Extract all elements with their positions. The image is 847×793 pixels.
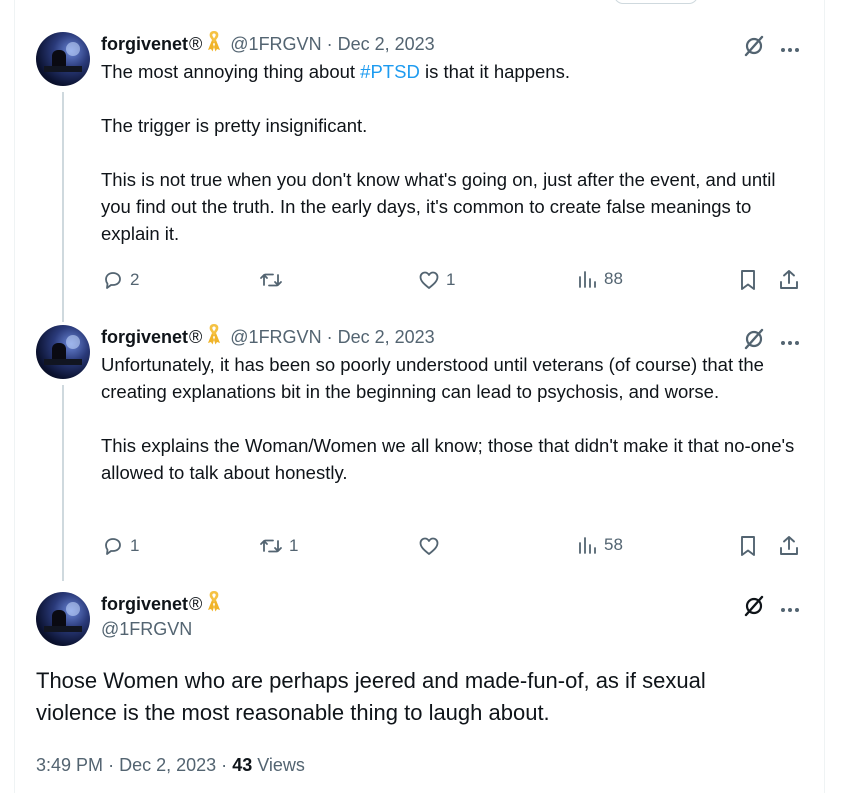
text-segment: The most annoying thing about (101, 61, 361, 82)
paragraph: This explains the Woman/Women we all kno… (101, 435, 795, 483)
ribbon-icon (206, 590, 222, 618)
tweet-header: forgivenet ® @1FRGVN · Dec 2, 2023 (101, 30, 806, 58)
thread-line (62, 92, 64, 322)
share-icon (780, 270, 798, 289)
text-segment: is that it happens. (419, 61, 570, 82)
retweet-icon (260, 273, 282, 287)
tweet-3-focused: forgivenet ® @1FRGVN Those Women who are … (36, 590, 806, 782)
retweet-count: 1 (289, 536, 299, 555)
separator: · (221, 755, 228, 775)
handle-row: @1FRGVN (101, 616, 806, 642)
hashtag-link[interactable]: #PTSD (360, 61, 420, 82)
avatar[interactable] (36, 32, 90, 86)
display-name[interactable]: forgivenet (101, 32, 188, 56)
top-pill-button[interactable] (614, 0, 698, 4)
views-label: Views (257, 755, 305, 775)
reply-count: 1 (130, 536, 140, 555)
share-button[interactable] (777, 534, 801, 558)
ribbon-icon (206, 30, 222, 58)
reply-button[interactable]: 2 (101, 268, 139, 292)
grok-icon[interactable] (742, 34, 766, 63)
bookmark-button[interactable] (737, 268, 759, 292)
ribbon-icon (206, 323, 222, 351)
date[interactable]: Dec 2, 2023 (119, 755, 216, 775)
display-name[interactable]: forgivenet (101, 325, 188, 349)
retweet-icon (260, 539, 282, 553)
retweet-button[interactable]: 1 (258, 534, 298, 558)
tweet-header: forgivenet ® (101, 590, 806, 618)
reply-icon (105, 538, 121, 555)
avatar[interactable] (36, 592, 90, 646)
like-icon (419, 271, 439, 289)
reply-count: 2 (130, 270, 140, 289)
tweet-header: forgivenet ® @1FRGVN · Dec 2, 2023 (101, 323, 806, 351)
tweet-2[interactable]: forgivenet ® @1FRGVN · Dec 2, 2023 Unfortun… (36, 323, 806, 581)
display-name[interactable]: forgivenet (101, 592, 188, 616)
registered-mark: ® (189, 594, 203, 614)
bookmark-icon (741, 536, 755, 556)
like-count: 1 (446, 270, 456, 289)
registered-mark: ® (189, 327, 203, 347)
timestamp[interactable]: Dec 2, 2023 (338, 32, 435, 56)
separator: · (326, 327, 333, 347)
separator: · (108, 755, 115, 775)
time[interactable]: 3:49 PM (36, 755, 103, 775)
action-bar: 2 1 88 (101, 268, 801, 292)
share-icon (780, 536, 798, 555)
registered-mark: ® (189, 34, 203, 54)
tweet-text: Those Women who are perhaps jeered and m… (36, 668, 706, 725)
paragraph: The trigger is pretty insignificant. (101, 115, 368, 136)
tweet-1[interactable]: forgivenet ® @1FRGVN · Dec 2, 2023 The most… (36, 30, 806, 322)
reply-icon (105, 272, 121, 289)
more-icon[interactable] (780, 40, 800, 58)
bookmark-button[interactable] (737, 534, 759, 558)
like-icon (419, 537, 439, 555)
avatar[interactable] (36, 325, 90, 379)
tweet-text: Unfortunately, it has been so poorly und… (101, 351, 806, 486)
views-icon (579, 537, 596, 554)
bookmark-icon (741, 270, 755, 290)
timestamp[interactable]: Dec 2, 2023 (338, 325, 435, 349)
user-handle[interactable]: @1FRGVN (230, 325, 321, 349)
paragraph: Unfortunately, it has been so poorly und… (101, 354, 764, 402)
reply-button[interactable]: 1 (101, 534, 139, 558)
like-button[interactable]: 1 (417, 268, 455, 292)
views-icon (579, 271, 596, 288)
grok-icon[interactable] (742, 594, 766, 623)
retweet-button[interactable] (258, 268, 289, 292)
action-bar: 1 1 58 (101, 534, 801, 558)
view-count: 58 (604, 535, 623, 554)
thread-line (62, 385, 64, 581)
view-count: 88 (604, 269, 623, 288)
views-count: 43 (232, 755, 253, 775)
grok-icon[interactable] (742, 327, 766, 356)
user-handle[interactable]: @1FRGVN (101, 617, 192, 641)
more-icon[interactable] (780, 333, 800, 351)
tweet-meta: 3:49 PM · Dec 2, 2023 · 43 Views (36, 755, 305, 776)
share-button[interactable] (777, 268, 801, 292)
tweet-text: The most annoying thing about #PTSD is t… (101, 58, 806, 247)
views-button[interactable]: 88 (577, 268, 623, 290)
paragraph: This is not true when you don't know wha… (101, 169, 776, 244)
user-handle[interactable]: @1FRGVN (230, 32, 321, 56)
separator: · (326, 34, 333, 54)
views-button[interactable]: 58 (577, 534, 623, 556)
more-icon[interactable] (780, 600, 800, 618)
like-button[interactable] (417, 534, 446, 558)
